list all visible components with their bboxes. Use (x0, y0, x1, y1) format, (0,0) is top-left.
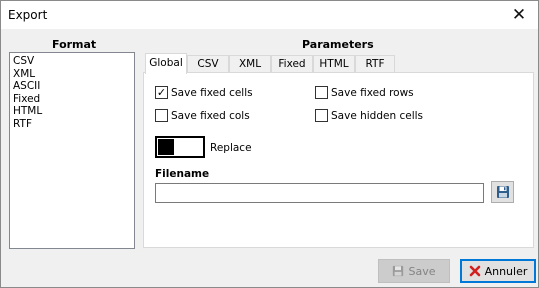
replace-label: Replace (210, 142, 252, 154)
tab-global[interactable]: Global (145, 53, 187, 74)
save-fixed-cells-checkbox[interactable]: ✓ Save fixed cells (155, 86, 253, 99)
checkbox-label: Save fixed rows (331, 86, 414, 99)
checkbox-label: Save fixed cells (171, 86, 253, 99)
filename-input[interactable] (155, 183, 484, 203)
cancel-button[interactable]: Annuler (460, 259, 536, 283)
format-item-ascii[interactable]: ASCII (13, 80, 131, 93)
window-title: Export (8, 8, 48, 22)
format-heading: Format (52, 38, 97, 51)
checkbox-label: Save fixed cols (171, 109, 250, 122)
checkbox-box (155, 109, 168, 122)
checkbox-box (315, 86, 328, 99)
format-item-xml[interactable]: XML (13, 68, 131, 81)
tab-html[interactable]: HTML (313, 55, 355, 73)
format-item-rtf[interactable]: RTF (13, 118, 131, 131)
tab-xml[interactable]: XML (229, 55, 271, 73)
tab-fixed[interactable]: Fixed (271, 55, 313, 73)
save-button[interactable]: Save (378, 259, 450, 283)
format-item-html[interactable]: HTML (13, 105, 131, 118)
floppy-disk-icon (392, 265, 404, 277)
parameters-heading: Parameters (302, 38, 374, 51)
format-item-csv[interactable]: CSV (13, 55, 131, 68)
floppy-disk-icon (496, 186, 509, 198)
checkbox-box (315, 109, 328, 122)
title-bar: Export ✕ (1, 1, 538, 29)
browse-save-file-button[interactable] (491, 181, 514, 203)
replace-toggle[interactable] (155, 136, 205, 158)
checkbox-box: ✓ (155, 86, 168, 99)
save-fixed-cols-checkbox[interactable]: Save fixed cols (155, 109, 250, 122)
tab-rtf[interactable]: RTF (355, 55, 395, 73)
toggle-knob (158, 139, 174, 155)
red-x-icon (469, 265, 481, 277)
tab-csv[interactable]: CSV (187, 55, 229, 73)
checkbox-label: Save hidden cells (331, 109, 424, 122)
save-hidden-cells-checkbox[interactable]: Save hidden cells (315, 109, 423, 122)
checkmark-icon: ✓ (156, 86, 167, 99)
cancel-label: Annuler (484, 264, 528, 278)
filename-label: Filename (155, 168, 210, 180)
format-listbox[interactable]: CSV XML ASCII Fixed HTML RTF (9, 52, 135, 249)
export-dialog: Export ✕ Format CSV XML ASCII Fixed HTML… (0, 0, 539, 288)
save-label: Save (408, 264, 436, 278)
close-icon: ✕ (511, 5, 527, 25)
close-button[interactable]: ✕ (500, 1, 538, 29)
format-item-fixed[interactable]: Fixed (13, 93, 131, 106)
save-fixed-rows-checkbox[interactable]: Save fixed rows (315, 86, 414, 99)
